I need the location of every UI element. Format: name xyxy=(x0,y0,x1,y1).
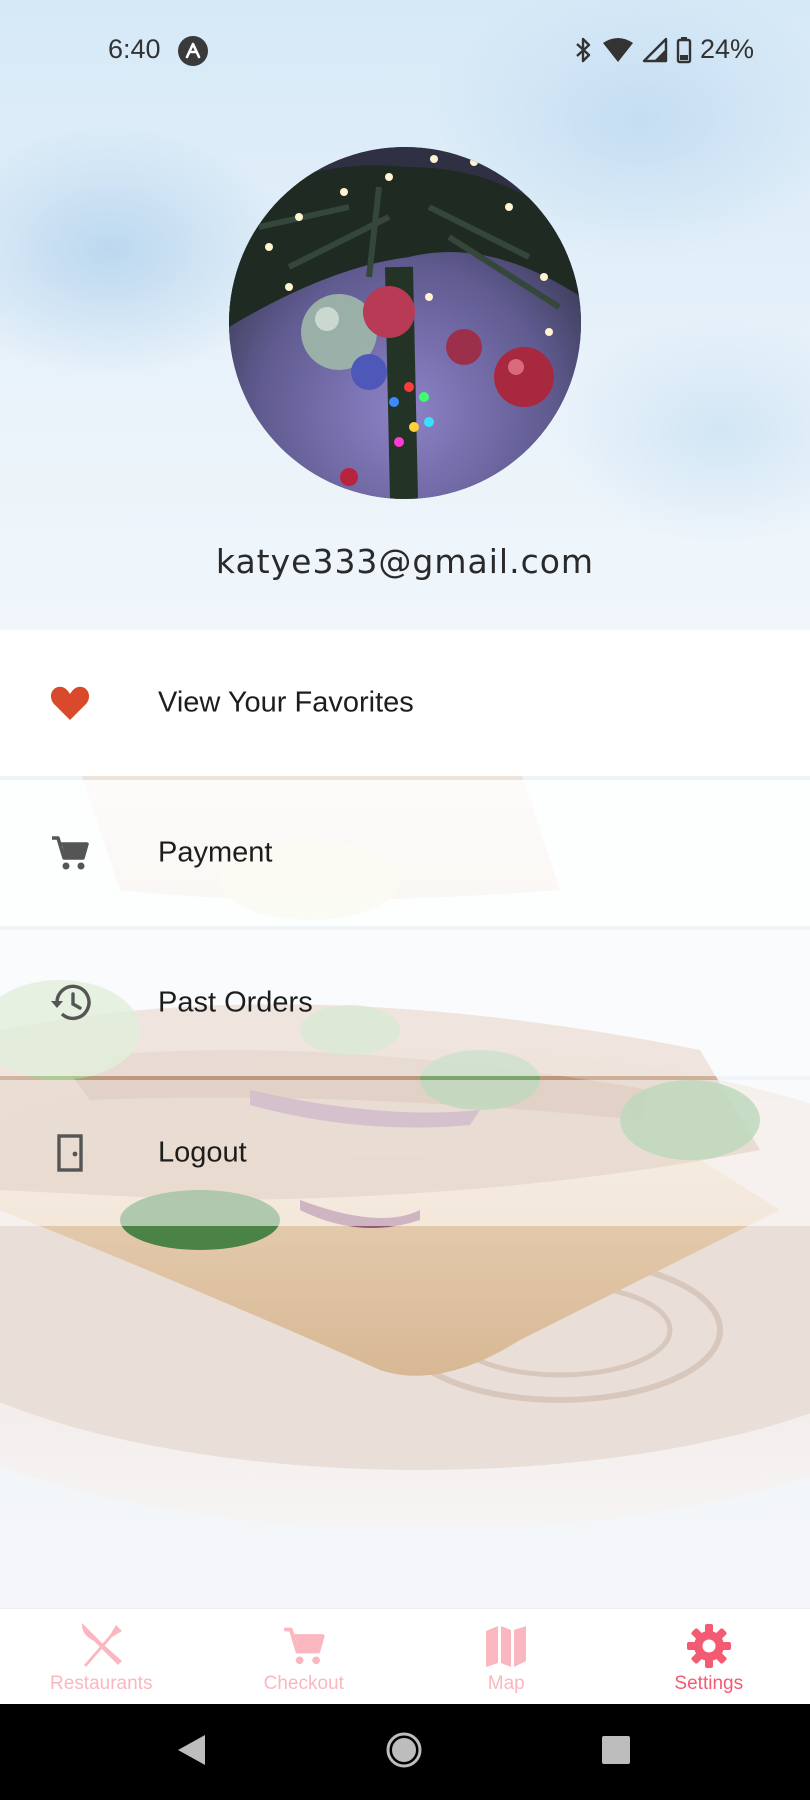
tab-map[interactable]: Map xyxy=(405,1609,608,1705)
status-time: 6:40 xyxy=(108,34,161,64)
menu-item-past-orders[interactable]: Past Orders xyxy=(0,930,810,1076)
tab-label: Map xyxy=(487,1673,525,1694)
back-icon[interactable] xyxy=(175,1733,207,1771)
heart-icon xyxy=(48,681,92,725)
tab-checkout[interactable]: Checkout xyxy=(203,1609,406,1705)
cell-signal-icon xyxy=(642,37,668,63)
menu-item-favorites[interactable]: View Your Favorites xyxy=(0,630,810,776)
status-indicators: 24% xyxy=(572,34,754,65)
profile-avatar[interactable] xyxy=(229,147,581,499)
gear-icon xyxy=(684,1621,734,1671)
menu-item-payment[interactable]: Payment xyxy=(0,780,810,926)
menu-item-label: Past Orders xyxy=(158,986,313,1019)
battery-icon xyxy=(676,36,692,64)
wifi-icon xyxy=(602,37,634,63)
tab-label: Restaurants xyxy=(50,1673,153,1694)
tab-label: Settings xyxy=(674,1673,744,1694)
menu-item-label: Payment xyxy=(158,836,273,869)
utensils-icon xyxy=(76,1621,126,1671)
history-icon xyxy=(48,981,92,1025)
bottom-navigation: Restaurants Checkout Map Settings xyxy=(0,1608,810,1704)
profile-email: katye333@gmail.com xyxy=(215,542,595,581)
recent-apps-icon[interactable] xyxy=(600,1734,632,1770)
bluetooth-icon xyxy=(572,36,594,64)
menu-item-label: Logout xyxy=(158,1136,247,1169)
tab-settings[interactable]: Settings xyxy=(608,1609,810,1705)
battery-percent: 24% xyxy=(699,34,754,64)
menu-item-label: View Your Favorites xyxy=(158,686,414,719)
map-icon xyxy=(481,1621,531,1671)
cart-icon xyxy=(279,1621,329,1671)
cart-icon xyxy=(48,831,92,875)
status-bar: 6:40 24% xyxy=(0,0,810,100)
home-icon[interactable] xyxy=(385,1731,423,1773)
menu-item-logout[interactable]: Logout xyxy=(0,1080,810,1226)
tab-label: Checkout xyxy=(263,1673,344,1694)
system-navigation-bar xyxy=(0,1704,810,1800)
app-notification-icon xyxy=(178,36,208,66)
door-icon xyxy=(48,1131,92,1175)
tab-restaurants[interactable]: Restaurants xyxy=(0,1609,203,1705)
